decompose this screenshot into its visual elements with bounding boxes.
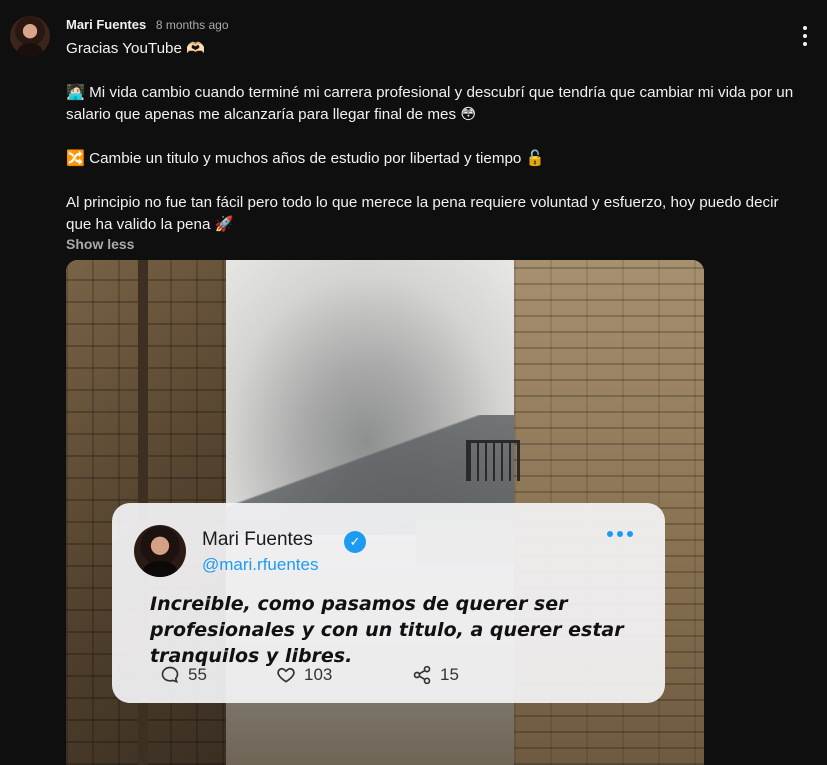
- author-avatar[interactable]: [10, 16, 50, 56]
- share-stat: 15: [412, 665, 459, 685]
- card-name: Mari Fuentes: [202, 529, 313, 550]
- like-count: 103: [304, 665, 333, 684]
- more-horizontal-icon: [607, 531, 633, 537]
- comment-header: Mari Fuentes 8 months ago: [66, 17, 229, 32]
- comment-line-3: 🔀 Cambie un titulo y muchos años de estu…: [66, 150, 545, 167]
- comment-bubble-icon: [161, 666, 179, 683]
- comment-count: 55: [188, 665, 207, 684]
- comment-time[interactable]: 8 months ago: [156, 18, 229, 32]
- verified-badge-icon: ✓: [344, 531, 366, 553]
- tweet-card: Mari Fuentes ✓ @mari.rfuentes Increible,…: [112, 503, 665, 703]
- comment-stat: 55: [160, 665, 207, 685]
- post-image[interactable]: Mari Fuentes ✓ @mari.rfuentes Increible,…: [66, 260, 704, 765]
- share-icon: [413, 665, 431, 685]
- card-avatar: [134, 525, 186, 577]
- show-less-button[interactable]: Show less: [66, 236, 134, 252]
- comment-line-1: Gracias YouTube 🫶🏻: [66, 40, 206, 57]
- card-quote: Increible, como pasamos de querer ser pr…: [150, 593, 624, 667]
- avatar-figure: [17, 43, 43, 56]
- comment-line-2: 🧑🏻‍💻 Mi vida cambio cuando terminé mi ca…: [66, 84, 794, 123]
- heart-icon: [277, 667, 295, 683]
- comment-text: Gracias YouTube 🫶🏻 🧑🏻‍💻 Mi vida cambio c…: [66, 38, 796, 236]
- comment-line-4: Al principio no fue tan fácil pero todo …: [66, 194, 779, 233]
- card-handle: @mari.rfuentes: [202, 555, 319, 574]
- author-name[interactable]: Mari Fuentes: [66, 17, 146, 32]
- more-vertical-icon[interactable]: [795, 26, 815, 46]
- share-count: 15: [440, 665, 459, 684]
- image-balcony: [466, 440, 520, 481]
- like-stat: 103: [276, 665, 332, 685]
